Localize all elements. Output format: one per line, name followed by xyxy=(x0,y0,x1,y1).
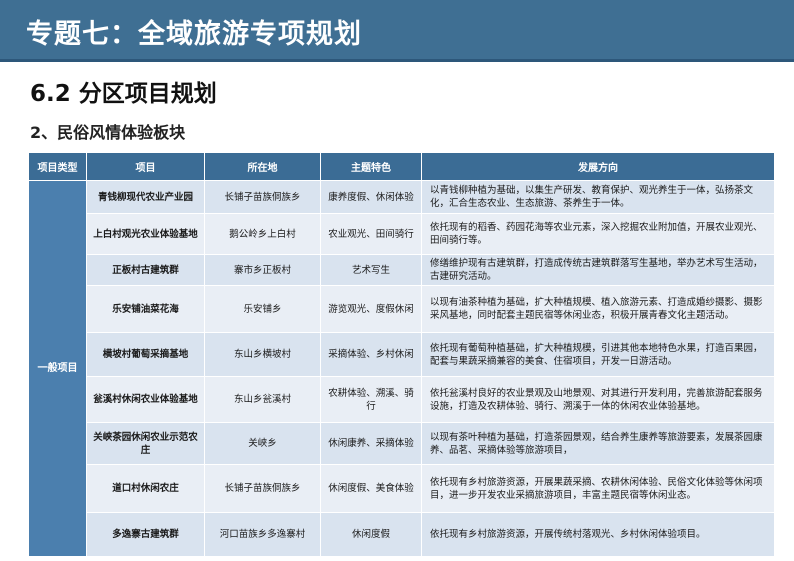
subsection-title: 2、民俗风情体验板块 xyxy=(30,123,186,142)
project-theme: 艺术写生 xyxy=(320,254,422,286)
column-header-theme: 主题特色 xyxy=(320,152,422,181)
table-row: 道口村休闲农庄 长铺子苗族侗族乡 休闲度假、美食体验 依托现有乡村旅游资源，开展… xyxy=(29,464,775,513)
project-direction: 以现有茶叶种植为基础，打造茶园景观，结合养生康养等旅游要素，发展茶园康养、品茗、… xyxy=(421,422,775,465)
column-header-type: 项目类型 xyxy=(28,152,87,181)
project-location: 寨市乡正板村 xyxy=(204,254,321,286)
project-theme: 游览观光、度假休闲 xyxy=(320,285,422,333)
table-row: 正板村古建筑群 寨市乡正板村 艺术写生 修缮维护现有古建筑群，打造成传统古建筑群… xyxy=(29,254,775,286)
project-direction: 依托现有的稻香、药园花海等农业元素，深入挖掘农业附加值，开展农业观光、田间骑行等… xyxy=(421,213,775,255)
project-name: 乐安铺油菜花海 xyxy=(86,285,205,333)
project-direction: 依托现有乡村旅游资源，开展传统村落观光、乡村休闲体验项目。 xyxy=(421,512,775,557)
project-location: 乐安铺乡 xyxy=(204,285,321,333)
column-header-project: 项目 xyxy=(86,152,205,181)
project-name: 青钱柳现代农业产业园 xyxy=(86,180,205,214)
project-theme: 农耕体验、溯溪、骑行 xyxy=(320,376,422,423)
project-table: 项目类型 项目 所在地 主题特色 发展方向 一般项目 青钱柳现代农业产业园 长铺… xyxy=(28,152,775,557)
project-theme: 休闲康养、采摘体验 xyxy=(320,422,422,465)
table-header-row: 项目类型 项目 所在地 主题特色 发展方向 xyxy=(28,152,775,181)
table-row: 一般项目 青钱柳现代农业产业园 长铺子苗族侗族乡 康养度假、休闲体验 以青钱柳种… xyxy=(28,180,775,557)
project-theme: 康养度假、休闲体验 xyxy=(320,180,422,214)
table-row: 横坡村葡萄采摘基地 东山乡横坡村 采摘体验、乡村休闲 依托现有葡萄种植基础，扩大… xyxy=(29,332,775,377)
project-location: 河口苗族乡多逸寨村 xyxy=(204,512,321,557)
project-type-cell: 一般项目 xyxy=(28,180,87,557)
project-direction: 依托瓮溪村良好的农业景观及山地景观、对其进行开发利用，完善旅游配套服务设施，打造… xyxy=(421,376,775,423)
project-location: 鹅公岭乡上白村 xyxy=(204,213,321,255)
project-name: 道口村休闲农庄 xyxy=(86,464,205,513)
project-theme: 农业观光、田间骑行 xyxy=(320,213,422,255)
page-title: 专题七：全域旅游专项规划 xyxy=(26,19,362,50)
table-row: 关峡茶园休闲农业示范农庄 关峡乡 休闲康养、采摘体验 以现有茶叶种植为基础，打造… xyxy=(29,422,775,465)
project-name: 多逸寨古建筑群 xyxy=(86,512,205,557)
project-table-container: 项目类型 项目 所在地 主题特色 发展方向 一般项目 青钱柳现代农业产业园 长铺… xyxy=(28,152,775,557)
table-row: 多逸寨古建筑群 河口苗族乡多逸寨村 休闲度假 依托现有乡村旅游资源，开展传统村落… xyxy=(29,512,775,557)
table-row: 瓮溪村休闲农业体验基地 东山乡瓮溪村 农耕体验、溯溪、骑行 依托瓮溪村良好的农业… xyxy=(29,376,775,423)
project-direction: 依托现有乡村旅游资源，开展果蔬采摘、农耕休闲体验、民俗文化体验等休闲项目，进一步… xyxy=(421,464,775,513)
project-direction: 以青钱柳种植为基础，以集生产研发、教育保护、观光养生于一体，弘扬茶文化，汇合生态… xyxy=(421,180,775,214)
project-name: 关峡茶园休闲农业示范农庄 xyxy=(86,422,205,465)
project-location: 关峡乡 xyxy=(204,422,321,465)
project-location: 东山乡瓮溪村 xyxy=(204,376,321,423)
table-row: 乐安铺油菜花海 乐安铺乡 游览观光、度假休闲 以现有油茶种植为基础，扩大种植规模… xyxy=(29,285,775,333)
project-direction: 以现有油茶种植为基础，扩大种植规模、植入旅游元素、打造成婚纱摄影、摄影采风基地，… xyxy=(421,285,775,333)
column-header-direction: 发展方向 xyxy=(421,152,775,181)
project-name: 上白村观光农业体验基地 xyxy=(86,213,205,255)
project-direction: 依托现有葡萄种植基础，扩大种植规模，引进其他本地特色水果，打造百果园，配套与果蔬… xyxy=(421,332,775,377)
column-header-location: 所在地 xyxy=(204,152,321,181)
project-theme: 采摘体验、乡村休闲 xyxy=(320,332,422,377)
project-name: 正板村古建筑群 xyxy=(86,254,205,286)
section-title: 6.2 分区项目规划 xyxy=(30,81,217,107)
project-direction: 修缮维护现有古建筑群，打造成传统古建筑群落写生基地，举办艺术写生活动，古建研究活… xyxy=(421,254,775,286)
project-location: 长铺子苗族侗族乡 xyxy=(204,180,321,214)
project-location: 长铺子苗族侗族乡 xyxy=(204,464,321,513)
project-name: 瓮溪村休闲农业体验基地 xyxy=(86,376,205,423)
project-name: 横坡村葡萄采摘基地 xyxy=(86,332,205,377)
table-row: 上白村观光农业体验基地 鹅公岭乡上白村 农业观光、田间骑行 依托现有的稻香、药园… xyxy=(29,213,775,255)
project-theme: 休闲度假、美食体验 xyxy=(320,464,422,513)
project-location: 东山乡横坡村 xyxy=(204,332,321,377)
project-theme: 休闲度假 xyxy=(320,512,422,557)
header-bar: 专题七：全域旅游专项规划 xyxy=(0,0,794,62)
